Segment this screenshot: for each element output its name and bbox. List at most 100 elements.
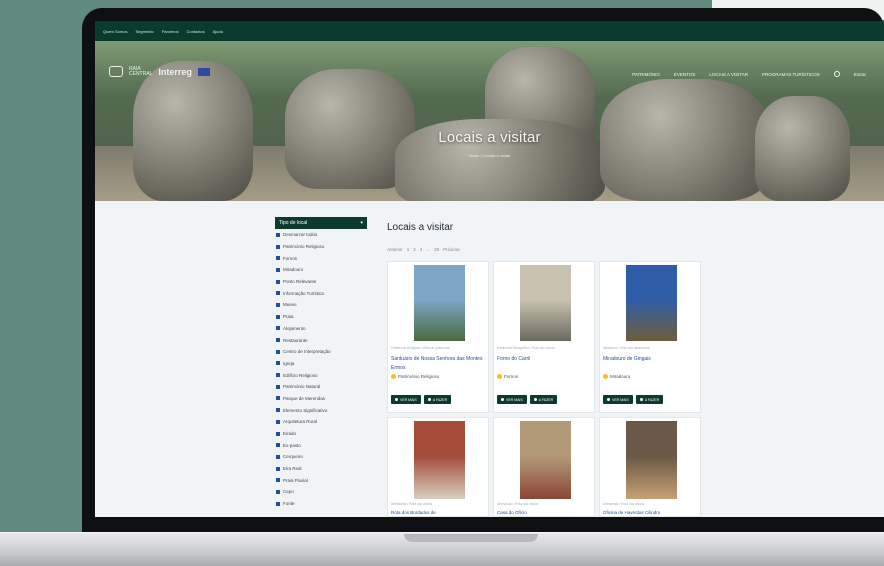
topbar-link[interactable]: Contactos [187,29,205,34]
see-more-button[interactable]: VER MAIS [603,395,633,404]
filter-item[interactable]: Eira Real [275,463,367,475]
site-logo[interactable]: RAIA CENTRAL Interreg [109,66,210,77]
filter-item[interactable]: Cepo [275,486,367,498]
filter-item[interactable]: Fornos [275,252,367,264]
filter-item[interactable]: Ex-pasto [275,439,367,451]
checkbox-icon[interactable] [276,478,280,483]
nav-link[interactable]: LOCAIS A VISITAR [709,72,748,77]
place-photo[interactable] [520,421,571,499]
page-link[interactable]: 1 [407,247,410,252]
filter-item[interactable]: Fonte [275,498,367,510]
place-card[interactable]: Artesanato • Rota dos ofícios Rota dos Bo… [387,417,489,517]
login-link[interactable]: Entrar [854,72,866,77]
place-photo[interactable] [414,421,465,499]
place-card[interactable]: Património Etnográfico • Rota dos fornos… [493,261,595,413]
filter-item-label: Fornos [283,255,298,261]
checkbox-icon[interactable] [276,244,280,249]
checkbox-icon[interactable] [276,349,280,354]
filter-item-label: Informação Turística [283,290,324,296]
checkbox-icon[interactable] [276,279,280,284]
card-title[interactable]: Casa do Ofício [497,508,591,517]
filter-header[interactable]: Tipo de local ▾ [275,217,367,229]
card-title[interactable]: Forno do Carril [497,355,591,364]
filter-item[interactable]: Praia Fluvial [275,474,367,486]
checkbox-icon[interactable] [276,267,280,272]
page-link[interactable]: 3 [420,247,423,252]
filter-item[interactable]: Parque de Merendas [275,393,367,405]
filter-item[interactable]: Igreja [275,358,367,370]
filter-item[interactable]: Alojamento [275,323,367,335]
filter-item[interactable]: Eirado [275,428,367,440]
checkbox-icon[interactable] [276,361,280,366]
place-photo[interactable] [626,421,677,499]
filter-item[interactable]: Elemento Significativo [275,404,367,416]
nav-link[interactable]: EVENTOS [674,72,695,77]
todo-button[interactable]: A FAZER [635,395,664,404]
see-more-button[interactable]: VER MAIS [497,395,527,404]
checkbox-icon[interactable] [276,338,280,343]
place-card[interactable]: Património Religioso • Rota do patrimóni… [387,261,489,413]
card-title[interactable]: Santuário de Nossa Senhora das Montes Er… [391,355,485,373]
filter-item-label: Elemento Significativo [283,407,328,413]
checkbox-icon[interactable] [276,232,280,237]
topbar-link[interactable]: Parceiros [162,29,179,34]
filter-item-label: Arquitetura Rural [283,419,318,425]
breadcrumb[interactable]: Home > Locais a visitar [95,153,884,158]
checkbox-icon[interactable] [276,419,280,424]
checkbox-icon[interactable] [276,501,280,506]
place-photo[interactable] [626,265,677,341]
checkbox-icon[interactable] [276,373,280,378]
logo-line-2: CENTRAL [129,70,153,77]
filter-item[interactable]: Museu [275,299,367,311]
filter-item[interactable]: Restaurante [275,334,367,346]
filter-item[interactable]: Arquitetura Rural [275,416,367,428]
see-more-button[interactable]: VER MAIS [391,395,421,404]
checkbox-icon[interactable] [276,396,280,401]
main-nav: PATRIMÓNIO EVENTOS LOCAIS A VISITAR PROGRAM… [632,71,866,77]
checkbox-icon[interactable] [276,291,280,296]
filter-item[interactable]: Centro de Interpretação [275,346,367,358]
browser-screen: Quem Somos Segmento Parceiros Contactos Ajud… [95,21,884,517]
card-title[interactable]: Oficina de Haverdas Cilindro [603,508,697,517]
page-link[interactable]: 2 [413,247,416,252]
filter-item[interactable]: Edifício Religioso [275,369,367,381]
page-link[interactable]: 28 [434,247,439,252]
filter-item[interactable]: Praia [275,311,367,323]
checkbox-icon[interactable] [276,326,280,331]
checkbox-icon[interactable] [276,466,280,471]
checkbox-icon[interactable] [276,489,280,494]
checkbox-icon[interactable] [276,384,280,389]
checkbox-icon[interactable] [276,443,280,448]
place-card[interactable]: Artesanato • Rota dos ofícios Oficina de … [599,417,701,517]
place-photo[interactable] [520,265,571,341]
filter-item[interactable]: Informação Turística [275,287,367,299]
todo-button[interactable]: A FAZER [423,395,452,404]
page-link[interactable]: Próxima [443,247,460,252]
card-title[interactable]: Rota dos Bordados de [391,508,485,517]
place-card[interactable]: Miradouro • Rota dos miradouros Miradouro… [599,261,701,413]
filter-item[interactable]: Miradouro [275,264,367,276]
filter-item[interactable]: Desmarcar todos [275,229,367,241]
place-photo[interactable] [414,265,465,341]
filter-item[interactable]: Ponto Relevante [275,276,367,288]
filter-item[interactable]: Cerqueiro [275,451,367,463]
filter-item[interactable]: Património Natural [275,381,367,393]
page-link[interactable]: ... [426,247,430,252]
card-title[interactable]: Miradouro de Gingais [603,355,697,364]
todo-button[interactable]: A FAZER [529,395,558,404]
checkbox-icon[interactable] [276,454,280,459]
checkbox-icon[interactable] [276,314,280,319]
filter-item[interactable]: Património Religioso [275,241,367,253]
user-icon[interactable] [833,71,840,77]
checkbox-icon[interactable] [276,256,280,261]
topbar-link[interactable]: Ajuda [213,29,223,34]
topbar-link[interactable]: Quem Somos [103,29,127,34]
page-link[interactable]: Anterior [387,247,403,252]
checkbox-icon[interactable] [276,408,280,413]
topbar-link[interactable]: Segmento [135,29,153,34]
nav-link[interactable]: PROGRAMAS TURÍSTICOS [762,72,820,77]
nav-link[interactable]: PATRIMÓNIO [632,72,660,77]
checkbox-icon[interactable] [276,302,280,307]
checkbox-icon[interactable] [276,431,280,436]
place-card[interactable]: Artesanato • Rota dos ofícios Casa do Ofí… [493,417,595,517]
